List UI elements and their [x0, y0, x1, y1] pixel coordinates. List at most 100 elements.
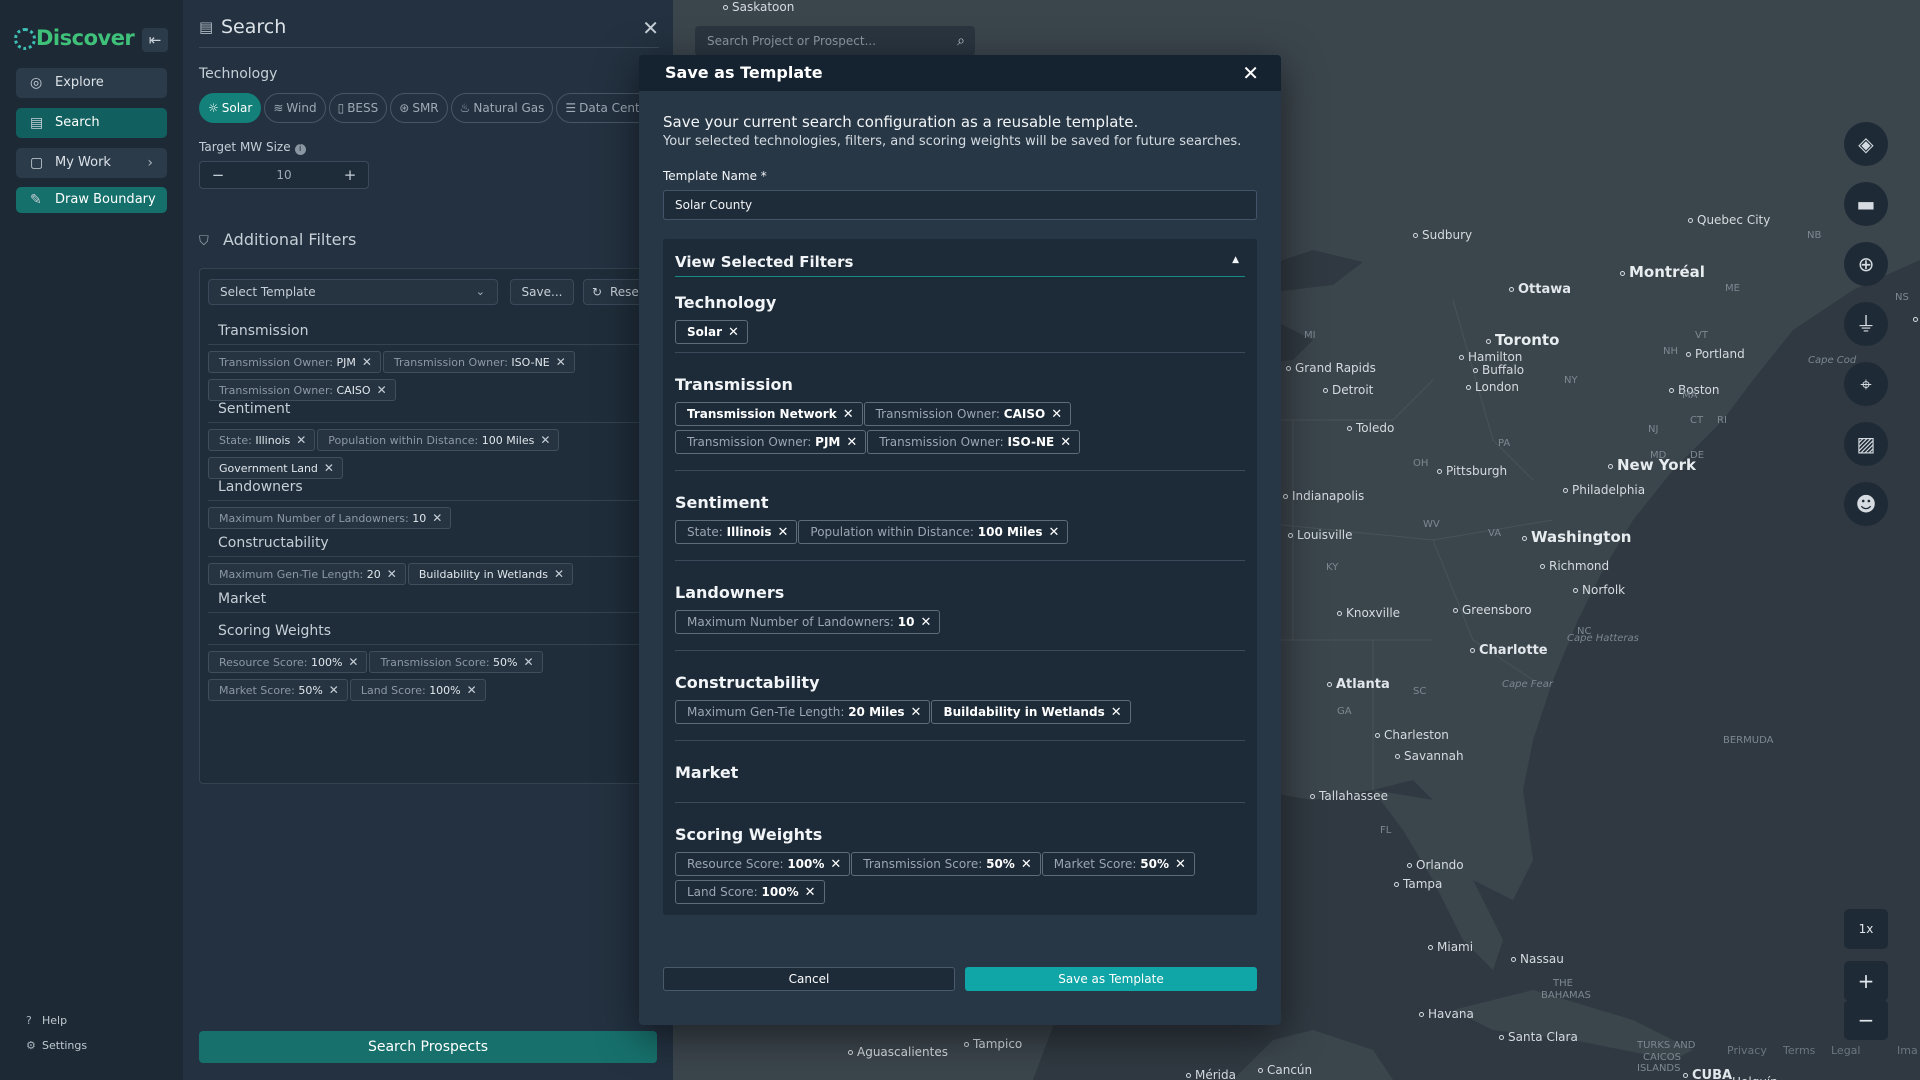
map-label[interactable]: Cape Fear: [1502, 679, 1553, 690]
map-label[interactable]: SC: [1413, 686, 1426, 697]
map-label[interactable]: THE: [1553, 978, 1573, 989]
attribution-privacy[interactable]: Privacy: [1727, 1044, 1767, 1057]
map-label[interactable]: Nassau: [1511, 952, 1564, 966]
map-label[interactable]: NY: [1564, 375, 1578, 386]
filter-group-constructability[interactable]: Constructability▼: [208, 531, 666, 557]
tech-chip-smr[interactable]: ⊛ SMR: [390, 93, 448, 123]
map-label[interactable]: Miami: [1428, 940, 1473, 954]
filter-chip[interactable]: Market Score: 50% ✕: [208, 679, 348, 701]
filter-chip[interactable]: Maximum Gen-Tie Length: 20 ✕: [208, 563, 406, 585]
nav-item-search[interactable]: ▤ Search: [16, 108, 167, 138]
remove-icon[interactable]: ✕: [728, 325, 739, 340]
map-label[interactable]: Cape Hatteras: [1567, 633, 1639, 644]
map-label[interactable]: Detroit: [1323, 383, 1373, 397]
map-label[interactable]: Ottawa: [1509, 282, 1571, 297]
map-label[interactable]: OH: [1413, 458, 1428, 469]
map-label[interactable]: Knoxville: [1337, 606, 1400, 620]
map-label[interactable]: Mérida: [1186, 1068, 1236, 1080]
location-search-button[interactable]: ⌖: [1844, 362, 1888, 406]
cancel-button[interactable]: Cancel: [663, 967, 955, 991]
decrement-button[interactable]: −: [204, 162, 232, 188]
filter-chip[interactable]: Resource Score: 100% ✕: [675, 852, 851, 876]
filter-chip[interactable]: Land Score: 100% ✕: [349, 679, 486, 701]
map-label[interactable]: NH: [1663, 346, 1678, 357]
remove-icon[interactable]: ✕: [1021, 857, 1032, 872]
map-label[interactable]: Halif: [1913, 312, 1920, 326]
remove-icon[interactable]: ✕: [329, 683, 339, 697]
map-label[interactable]: CT: [1690, 415, 1703, 426]
remove-icon[interactable]: ✕: [467, 683, 477, 697]
map-label[interactable]: Charleston: [1375, 728, 1449, 742]
map-label[interactable]: Tampa: [1394, 877, 1442, 891]
info-icon[interactable]: i: [294, 144, 306, 155]
map-label[interactable]: RI: [1717, 415, 1727, 426]
layers-button[interactable]: ◈: [1844, 122, 1888, 166]
save-as-template-button[interactable]: Save as Template: [965, 967, 1257, 991]
search-prospects-button[interactable]: Search Prospects: [199, 1031, 657, 1063]
map-label[interactable]: Pittsburgh: [1437, 464, 1507, 478]
filter-chip[interactable]: Transmission Owner: ISO-NE ✕: [382, 351, 575, 373]
save-template-button[interactable]: Save...: [510, 279, 574, 305]
remove-icon[interactable]: ✕: [1175, 857, 1186, 872]
map-label[interactable]: ISLANDS: [1637, 1063, 1680, 1074]
filter-chip[interactable]: Market Score: 50% ✕: [1041, 852, 1195, 876]
map-label[interactable]: KY: [1326, 562, 1338, 573]
map-search-input[interactable]: Search Project or Prospect... ⌕: [695, 26, 975, 56]
filter-chip[interactable]: Buildability in Wetlands ✕: [931, 700, 1131, 724]
map-label[interactable]: Montréal: [1620, 263, 1705, 281]
map-label[interactable]: Charlotte: [1470, 643, 1548, 658]
tech-chip-natural-gas[interactable]: ♨ Natural Gas: [450, 93, 554, 123]
map-label[interactable]: Havana: [1419, 1007, 1474, 1021]
transmission-tower-button[interactable]: ⏚: [1844, 302, 1888, 346]
settings-link[interactable]: ⚙ Settings: [26, 1039, 87, 1052]
map-label[interactable]: VT: [1695, 330, 1708, 341]
map-label[interactable]: Philadelphia: [1563, 483, 1645, 497]
map-label[interactable]: MD: [1650, 450, 1666, 461]
attribution-terms[interactable]: Terms: [1783, 1044, 1815, 1057]
map-label[interactable]: Cape Cod: [1808, 355, 1856, 366]
filter-group-sentiment[interactable]: Sentiment▼: [208, 397, 666, 423]
map-label[interactable]: Indianapolis: [1283, 489, 1364, 503]
template-name-input[interactable]: [663, 190, 1257, 220]
map-label[interactable]: Washington: [1522, 528, 1631, 546]
map-label[interactable]: Toledo: [1347, 421, 1394, 435]
filter-group-market[interactable]: Market▼: [208, 587, 666, 613]
remove-icon[interactable]: ✕: [843, 407, 854, 422]
map-label[interactable]: Hamilton: [1459, 350, 1522, 364]
map-label[interactable]: TURKS AND: [1637, 1040, 1695, 1051]
map-label[interactable]: Sudbury: [1413, 228, 1472, 242]
remove-icon[interactable]: ✕: [1060, 435, 1071, 450]
map-label[interactable]: BERMUDA: [1723, 735, 1773, 746]
filter-chip[interactable]: Maximum Number of Landowners: 10 ✕: [208, 507, 452, 529]
remove-icon[interactable]: ✕: [1048, 525, 1059, 540]
close-icon[interactable]: ✕: [642, 16, 659, 40]
map-label[interactable]: BAHAMAS: [1541, 990, 1591, 1001]
map-label[interactable]: VA: [1488, 528, 1501, 539]
filter-group-transmission[interactable]: Transmission▼: [208, 319, 666, 345]
map-label[interactable]: FL: [1380, 825, 1391, 836]
map-label[interactable]: MI: [1304, 330, 1316, 341]
map-label[interactable]: Richmond: [1540, 559, 1609, 573]
map-label[interactable]: Saskatoon: [723, 0, 794, 14]
search-icon[interactable]: ⌕: [957, 26, 965, 56]
map-label[interactable]: CAICOS: [1643, 1052, 1681, 1063]
remove-icon[interactable]: ✕: [921, 615, 932, 630]
nav-item-my-work[interactable]: ▢ My Work ›: [16, 148, 167, 178]
filter-chip[interactable]: State: Illinois ✕: [208, 429, 316, 451]
remove-icon[interactable]: ✕: [348, 655, 358, 669]
map-label[interactable]: WV: [1423, 519, 1440, 530]
remove-icon[interactable]: ✕: [1111, 705, 1122, 720]
filter-chip[interactable]: State: Illinois ✕: [675, 520, 798, 544]
map-label[interactable]: Grand Rapids: [1286, 361, 1376, 375]
target-mw-value[interactable]: 10: [230, 162, 338, 188]
map-label[interactable]: MA: [1682, 390, 1697, 401]
map-label[interactable]: Toronto: [1486, 331, 1559, 349]
filter-chip[interactable]: Transmission Score: 50% ✕: [369, 651, 543, 673]
template-select[interactable]: Select Template ⌄: [208, 279, 498, 305]
filter-chip[interactable]: Transmission Owner: PJM ✕: [208, 351, 381, 373]
remove-icon[interactable]: ✕: [777, 525, 788, 540]
map-label[interactable]: Atlanta: [1327, 677, 1390, 692]
filter-chip[interactable]: Transmission Network ✕: [675, 402, 863, 426]
selected-filters-toggle[interactable]: View Selected Filters ▲: [675, 245, 1245, 277]
zoom-out-button[interactable]: −: [1844, 1000, 1888, 1040]
